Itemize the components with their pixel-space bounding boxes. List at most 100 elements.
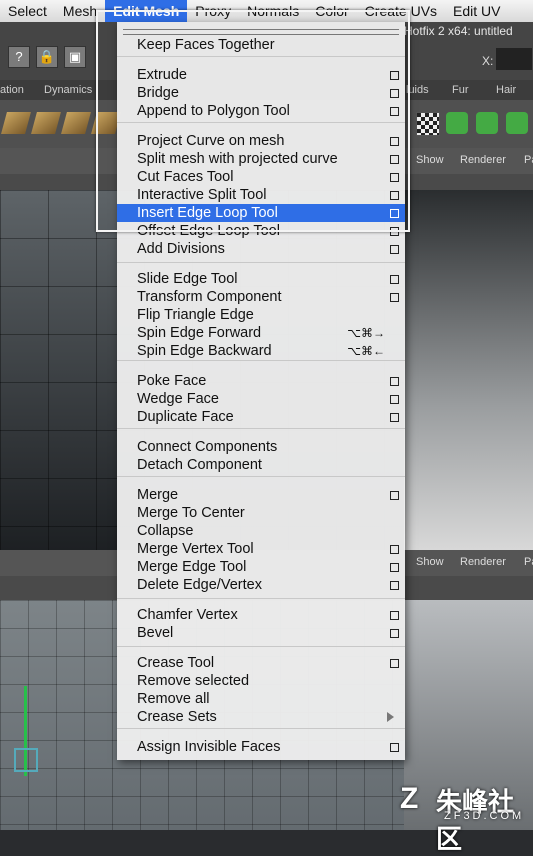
option-box-icon[interactable] bbox=[390, 743, 399, 752]
viewport-scene-top[interactable] bbox=[404, 190, 533, 550]
menu-item-extrude[interactable]: Extrude bbox=[117, 66, 405, 84]
poly-tool-icon[interactable] bbox=[1, 112, 31, 134]
manipulator-center[interactable] bbox=[14, 748, 38, 772]
question-icon[interactable]: ? bbox=[8, 46, 30, 68]
menu-item-spin-edge-backward[interactable]: Spin Edge Backward ⌥⌘← bbox=[117, 342, 405, 360]
menubar-item-mesh[interactable]: Mesh bbox=[55, 0, 105, 22]
shelf-tab-animation[interactable]: ation bbox=[0, 84, 24, 96]
option-box-icon[interactable] bbox=[390, 293, 399, 302]
menu-item-insert-edge-loop-tool[interactable]: Insert Edge Loop Tool bbox=[117, 204, 405, 222]
menu-separator bbox=[117, 646, 405, 647]
menu-item-merge-vertex-tool[interactable]: Merge Vertex Tool bbox=[117, 540, 405, 558]
menu-item-append-to-polygon-tool[interactable]: Append to Polygon Tool bbox=[117, 102, 405, 120]
menu-item-transform-component[interactable]: Transform Component bbox=[117, 288, 405, 306]
x-label: X: bbox=[482, 54, 494, 68]
option-box-icon[interactable] bbox=[390, 191, 399, 200]
panel-menu-show[interactable]: Show bbox=[416, 154, 444, 166]
option-box-icon[interactable] bbox=[390, 275, 399, 284]
poly-tool-icon[interactable] bbox=[31, 112, 61, 134]
shelf-tab-hair[interactable]: Hair bbox=[496, 84, 516, 96]
menu-item-keep-faces-together[interactable]: Keep Faces Together bbox=[117, 36, 405, 54]
shortcut-label: ⌥⌘← bbox=[347, 344, 385, 358]
menubar-item-select[interactable]: Select bbox=[0, 0, 55, 22]
tearoff-bar[interactable] bbox=[123, 29, 399, 35]
menu-item-wedge-face[interactable]: Wedge Face bbox=[117, 390, 405, 408]
menu-item-merge-edge-tool[interactable]: Merge Edge Tool bbox=[117, 558, 405, 576]
option-box-icon[interactable] bbox=[390, 107, 399, 116]
menu-item-split-mesh-with-projected-curve[interactable]: Split mesh with projected curve bbox=[117, 150, 405, 168]
menu-item-add-divisions[interactable]: Add Divisions bbox=[117, 240, 405, 258]
option-box-icon[interactable] bbox=[390, 137, 399, 146]
panel-menu-panels[interactable]: Pa bbox=[524, 154, 533, 166]
lock-icon[interactable]: 🔒 bbox=[36, 46, 58, 68]
option-box-icon[interactable] bbox=[390, 491, 399, 500]
panel-menu-show[interactable]: Show bbox=[416, 556, 444, 568]
option-box-icon[interactable] bbox=[390, 89, 399, 98]
option-box-icon[interactable] bbox=[390, 611, 399, 620]
checker-icon[interactable] bbox=[416, 112, 440, 136]
menu-separator bbox=[117, 428, 405, 429]
menubar-item-normals[interactable]: Normals bbox=[239, 0, 307, 22]
menu-item-label: Crease Sets bbox=[137, 709, 217, 725]
menu-item-delete-edge-vertex[interactable]: Delete Edge/Vertex bbox=[117, 576, 405, 594]
menubar-item-edit-uv[interactable]: Edit UV bbox=[445, 0, 508, 22]
menu-item-assign-invisible-faces[interactable]: Assign Invisible Faces bbox=[117, 738, 405, 756]
menu-item-interactive-split-tool[interactable]: Interactive Split Tool bbox=[117, 186, 405, 204]
menu-item-merge-to-center[interactable]: Merge To Center bbox=[117, 504, 405, 522]
menu-item-bridge[interactable]: Bridge bbox=[117, 84, 405, 102]
option-box-icon[interactable] bbox=[390, 173, 399, 182]
menu-item-remove-selected[interactable]: Remove selected bbox=[117, 672, 405, 690]
menu-item-spin-edge-forward[interactable]: Spin Edge Forward ⌥⌘→ bbox=[117, 324, 405, 342]
option-box-icon[interactable] bbox=[390, 563, 399, 572]
menu-item-slide-edge-tool[interactable]: Slide Edge Tool bbox=[117, 270, 405, 288]
menu-item-poke-face[interactable]: Poke Face bbox=[117, 372, 405, 390]
option-box-icon[interactable] bbox=[390, 581, 399, 590]
menu-item-merge[interactable]: Merge bbox=[117, 486, 405, 504]
menu-item-bevel[interactable]: Bevel bbox=[117, 624, 405, 642]
menu-item-chamfer-vertex[interactable]: Chamfer Vertex bbox=[117, 606, 405, 624]
option-box-icon[interactable] bbox=[390, 155, 399, 164]
menu-item-flip-triangle-edge[interactable]: Flip Triangle Edge bbox=[117, 306, 405, 324]
option-box-icon[interactable] bbox=[390, 209, 399, 218]
panel-menu-renderer[interactable]: Renderer bbox=[460, 556, 506, 568]
menu-item-label: Bridge bbox=[137, 85, 179, 101]
menu-item-cut-faces-tool[interactable]: Cut Faces Tool bbox=[117, 168, 405, 186]
shelf-tab-fluids[interactable]: luids bbox=[406, 84, 429, 96]
option-box-icon[interactable] bbox=[390, 659, 399, 668]
option-box-icon[interactable] bbox=[390, 227, 399, 236]
x-field[interactable] bbox=[496, 48, 532, 70]
fur-icon[interactable] bbox=[446, 112, 468, 134]
option-box-icon[interactable] bbox=[390, 245, 399, 254]
menu-item-connect-components[interactable]: Connect Components bbox=[117, 438, 405, 456]
option-box-icon[interactable] bbox=[390, 413, 399, 422]
option-box-icon[interactable] bbox=[390, 629, 399, 638]
shelf-tab-fur[interactable]: Fur bbox=[452, 84, 469, 96]
menu-item-remove-all[interactable]: Remove all bbox=[117, 690, 405, 708]
menu-item-offset-edge-loop-tool[interactable]: Offset Edge Loop Tool bbox=[117, 222, 405, 240]
fur-icon[interactable] bbox=[506, 112, 528, 134]
menu-item-crease-sets[interactable]: Crease Sets bbox=[117, 708, 405, 726]
menu-item-collapse[interactable]: Collapse bbox=[117, 522, 405, 540]
menubar-item-create-uvs[interactable]: Create UVs bbox=[357, 0, 445, 22]
poly-tool-icon[interactable] bbox=[61, 112, 91, 134]
menu-separator bbox=[117, 476, 405, 477]
option-box-icon[interactable] bbox=[390, 377, 399, 386]
menu-item-crease-tool[interactable]: Crease Tool bbox=[117, 654, 405, 672]
menubar-item-edit-mesh[interactable]: Edit Mesh bbox=[105, 0, 188, 22]
option-box-icon[interactable] bbox=[390, 395, 399, 404]
option-box-icon[interactable] bbox=[390, 545, 399, 554]
menubar-item-proxy[interactable]: Proxy bbox=[187, 0, 239, 22]
menu-item-duplicate-face[interactable]: Duplicate Face bbox=[117, 408, 405, 426]
menubar-item-color[interactable]: Color bbox=[307, 0, 356, 22]
menu-item-label: Merge Edge Tool bbox=[137, 559, 247, 575]
option-box-icon[interactable] bbox=[390, 71, 399, 80]
magnet-icon[interactable]: ▣ bbox=[64, 46, 86, 68]
menu-item-project-curve-on-mesh[interactable]: Project Curve on mesh bbox=[117, 132, 405, 150]
menu-item-label: Offset Edge Loop Tool bbox=[137, 223, 280, 239]
shelf-tab-dynamics[interactable]: Dynamics bbox=[44, 84, 92, 96]
menu-item-label: Remove selected bbox=[137, 673, 250, 689]
menu-item-detach-component[interactable]: Detach Component bbox=[117, 456, 405, 474]
panel-menu-panels[interactable]: Pa bbox=[524, 556, 533, 568]
fur-icon[interactable] bbox=[476, 112, 498, 134]
panel-menu-renderer[interactable]: Renderer bbox=[460, 154, 506, 166]
